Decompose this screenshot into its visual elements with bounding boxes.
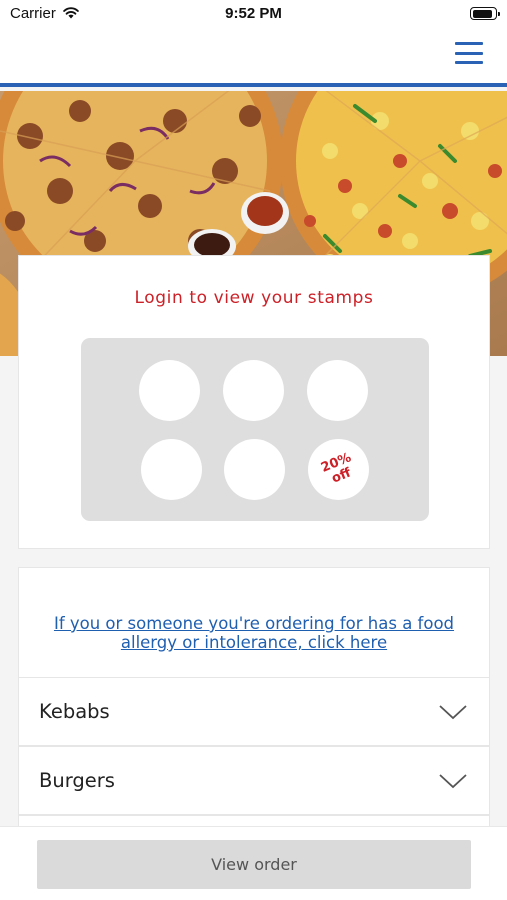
view-order-button[interactable]: View order [37, 840, 471, 889]
stamp-login-prompt[interactable]: Login to view your stamps [19, 288, 489, 308]
bottom-bar: View order [0, 826, 507, 900]
stamp-card: Login to view your stamps 20% off [18, 255, 490, 549]
stamp-slot [224, 439, 285, 500]
clock: 9:52 PM [225, 5, 282, 22]
hamburger-menu-icon[interactable] [455, 40, 483, 66]
stamp-panel: 20% off [81, 338, 429, 521]
menu-line [455, 61, 483, 64]
category-label: Burgers [39, 769, 115, 792]
stamp-slot [139, 360, 200, 421]
nav-bar [0, 30, 507, 87]
allergy-notice-card: If you or someone you're ordering for ha… [18, 567, 490, 677]
status-bar: Carrier 9:52 PM [0, 0, 507, 30]
category-row-kebabs[interactable]: Kebabs [18, 677, 490, 746]
stamp-slot [141, 439, 202, 500]
chevron-down-icon [439, 705, 467, 720]
reward-text: 20% off [318, 449, 353, 487]
category-label: Kebabs [39, 700, 110, 723]
stamp-slot [307, 360, 368, 421]
allergy-info-link[interactable]: If you or someone you're ordering for ha… [29, 614, 479, 652]
stamp-slot [223, 360, 284, 421]
menu-line [455, 51, 483, 55]
reward-stamp: 20% off [308, 439, 369, 500]
battery-icon [470, 7, 500, 20]
menu-line [455, 42, 483, 45]
category-row-burgers[interactable]: Burgers [18, 746, 490, 815]
battery-level [472, 9, 493, 18]
chevron-down-icon [439, 774, 467, 789]
